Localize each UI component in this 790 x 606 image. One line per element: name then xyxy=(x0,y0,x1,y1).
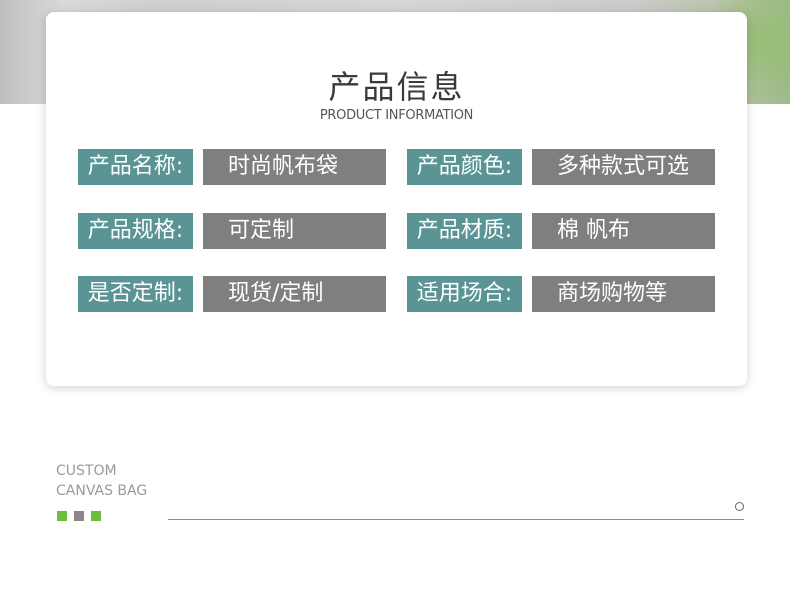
card-title: 产品信息 xyxy=(328,68,465,106)
label-product-name: 产品名称: xyxy=(78,149,193,185)
card-subtitle: PRODUCT INFORMATION xyxy=(319,108,474,123)
label-occasion: 适用场合: xyxy=(407,276,522,312)
divider-end-circle xyxy=(735,502,744,511)
value-product-spec: 可定制 xyxy=(203,213,386,249)
value-customizable: 现货/定制 xyxy=(203,276,386,312)
product-info-card: 产品信息 PRODUCT INFORMATION xyxy=(46,12,747,386)
footer-text-line1: CUSTOM xyxy=(56,463,117,479)
footer-text-line2: CANVAS BAG xyxy=(56,483,148,499)
label-customizable: 是否定制: xyxy=(78,276,193,312)
label-product-material: 产品材质: xyxy=(407,213,522,249)
decor-square-3 xyxy=(91,511,101,521)
value-product-color: 多种款式可选 xyxy=(532,149,715,185)
footer-divider-line xyxy=(168,519,744,520)
value-product-material: 棉 帆布 xyxy=(532,213,715,249)
decor-square-1 xyxy=(57,511,67,521)
value-occasion: 商场购物等 xyxy=(532,276,715,312)
decor-square-2 xyxy=(74,511,84,521)
label-product-color: 产品颜色: xyxy=(407,149,522,185)
label-product-spec: 产品规格: xyxy=(78,213,193,249)
value-product-name: 时尚帆布袋 xyxy=(203,149,386,185)
